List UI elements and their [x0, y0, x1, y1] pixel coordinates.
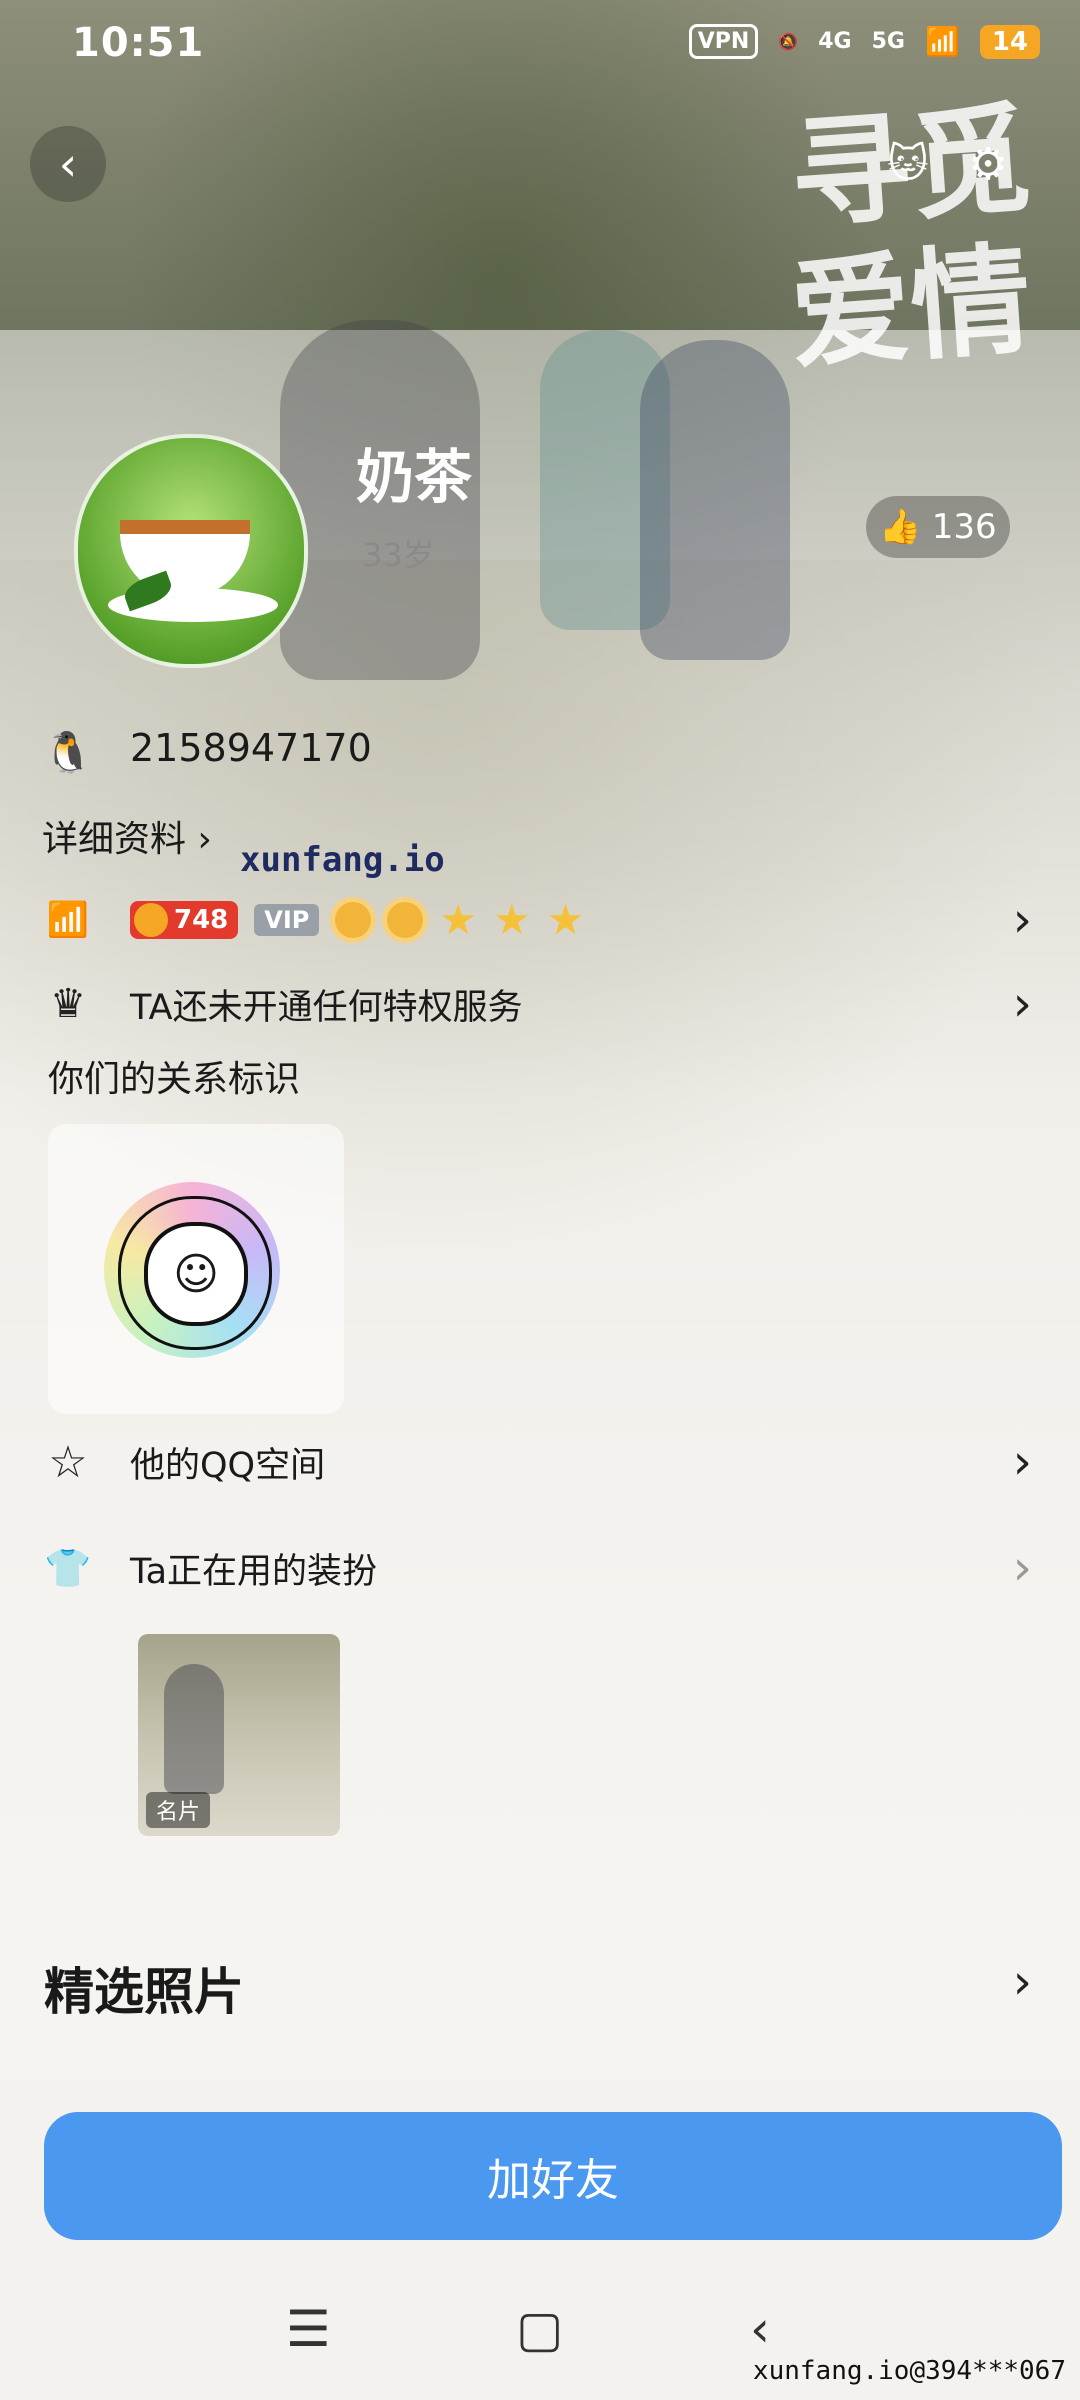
chevron-right-icon: › — [1012, 976, 1032, 1032]
watermark-bottom: xunfang.io@394***067 — [752, 2356, 1066, 2386]
avatar[interactable] — [74, 434, 308, 668]
add-friend-button[interactable]: 加好友 — [44, 2112, 1062, 2240]
menu-icon[interactable]: ☰ — [286, 2300, 331, 2358]
featured-photos-row[interactable]: › — [0, 1952, 1080, 2012]
detail-link[interactable]: 详细资料 › — [42, 810, 212, 862]
signal-4g: 4G — [818, 29, 852, 54]
status-icons: VPN 🔕 4G 5G 📶 14 — [688, 24, 1040, 59]
age-label: 33岁 — [362, 536, 435, 574]
battery-level: 14 — [979, 24, 1040, 59]
detail-link-label: 详细资料 — [42, 819, 187, 860]
qzone-row[interactable]: ☆ 他的QQ空间 › — [0, 1432, 1080, 1492]
relation-badge: ☺ — [104, 1182, 280, 1358]
smiley-face-icon: ☺ — [144, 1222, 248, 1326]
relation-badge-card[interactable]: ☺ — [48, 1124, 344, 1414]
settings-button[interactable]: ⚙ — [950, 126, 1026, 202]
watermark-top: xunfang.io — [240, 840, 445, 880]
cat-face-icon: 🐱 — [887, 141, 929, 187]
chevron-right-icon: › — [1012, 1540, 1032, 1596]
qzone-label: 他的QQ空间 — [130, 1445, 326, 1486]
level-badges: 748 VIP ★ ★ ★ — [130, 895, 585, 944]
nickname: 奶茶 — [356, 443, 473, 511]
level-chart-icon: 📶 — [46, 900, 90, 940]
coin-icon — [134, 903, 168, 937]
back-nav-icon[interactable]: ‹ — [750, 2300, 770, 2358]
qq-number: 2158947170 — [130, 726, 372, 770]
level-row[interactable]: 📶 748 VIP ★ ★ ★ › — [0, 890, 1080, 950]
back-button[interactable]: ‹ — [30, 126, 106, 202]
namecard-tag: 名片 — [146, 1792, 211, 1828]
privilege-text: TA还未开通任何特权服务 — [130, 987, 523, 1028]
coin-badge: 748 — [130, 901, 239, 939]
mute-icon: 🔕 — [778, 32, 799, 51]
star-level-icon: ★ — [439, 895, 478, 944]
pet-button[interactable]: 🐱 — [870, 126, 946, 202]
dressup-row[interactable]: 👕 Ta正在用的装扮 › — [0, 1538, 1080, 1598]
vpn-badge: VPN — [688, 24, 759, 59]
cover-person — [640, 340, 790, 660]
sun-level-icon — [335, 902, 372, 938]
chevron-right-icon: › — [197, 819, 212, 860]
star-level-icon: ★ — [546, 895, 585, 944]
tshirt-icon: 👕 — [44, 1545, 92, 1590]
privilege-row[interactable]: ♛ TA还未开通任何特权服务 › — [0, 974, 1080, 1034]
thumb-person — [164, 1664, 224, 1794]
coin-value: 748 — [174, 905, 229, 935]
home-icon[interactable]: ▢ — [516, 2300, 563, 2358]
signal-5g: 5G — [871, 29, 905, 54]
crown-icon: ♛ — [50, 981, 86, 1027]
gear-icon: ⚙ — [968, 138, 1008, 190]
chevron-left-icon: ‹ — [58, 137, 78, 191]
chevron-right-icon: › — [1012, 1954, 1032, 2010]
status-time: 10:51 — [72, 20, 205, 66]
sun-level-icon — [387, 902, 424, 938]
chevron-right-icon: › — [1012, 892, 1032, 948]
chevron-right-icon: › — [1012, 1434, 1032, 1490]
star-level-icon: ★ — [493, 895, 531, 944]
wifi-icon: 📶 — [924, 25, 960, 58]
thumbs-up-icon: 👍 — [879, 507, 922, 547]
like-count: 136 — [931, 507, 997, 547]
dressup-label: Ta正在用的装扮 — [130, 1551, 378, 1592]
vip-badge: VIP — [254, 904, 320, 936]
like-button[interactable]: 👍 136 — [866, 496, 1010, 558]
cover-calligraphy: 爱情 — [786, 228, 1036, 387]
star-outline-icon: ☆ — [48, 1436, 88, 1488]
penguin-icon: 🐧 — [43, 729, 93, 776]
status-bar: 10:51 VPN 🔕 4G 5G 📶 14 — [0, 0, 1080, 92]
relation-title: 你们的关系标识 — [48, 1059, 301, 1100]
namecard-thumbnail[interactable]: 名片 — [138, 1634, 340, 1836]
